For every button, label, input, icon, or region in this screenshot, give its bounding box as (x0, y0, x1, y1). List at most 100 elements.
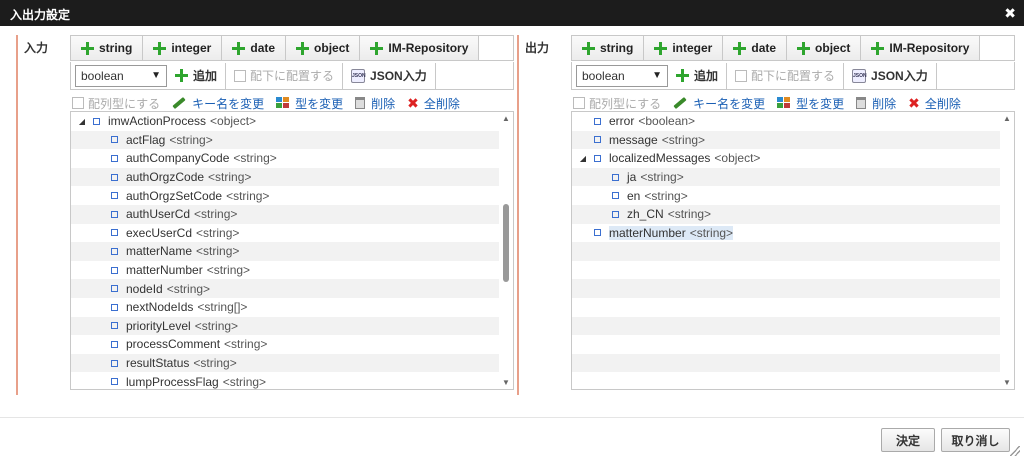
tree-node-label[interactable]: actFlag <string> (126, 133, 213, 147)
collapse-toggle-icon[interactable]: ◢ (578, 154, 588, 163)
output-tree-scrollbar[interactable]: ▲ ▼ (1000, 112, 1014, 389)
tree-row[interactable]: ◢ localizedMessages <object> (572, 149, 1014, 168)
tree-node-label[interactable]: priorityLevel <string> (126, 319, 238, 333)
node-type: <string> (196, 225, 240, 240)
resize-grip-icon[interactable] (1010, 446, 1020, 456)
output-rename-key-button[interactable]: キー名を変更 (673, 95, 765, 112)
tree-row[interactable]: lumpProcessFlag <string> (71, 372, 513, 389)
tree-row[interactable]: priorityLevel <string> (71, 316, 513, 336)
tree-node-label[interactable]: authCompanyCode <string> (126, 151, 277, 165)
input-tree[interactable]: ◢ imwActionProcess <object> actFlag <string>… (70, 111, 514, 390)
plus-icon (370, 41, 384, 55)
tree-node-label[interactable]: lumpProcessFlag <string> (126, 375, 266, 389)
tree-node-label[interactable]: message <string> (609, 133, 705, 147)
add-date-button[interactable]: date (723, 36, 788, 60)
tree-row[interactable]: zh_CN <string> (572, 204, 1014, 224)
tree-node-label[interactable]: resultStatus <string> (126, 356, 237, 370)
add-object-button[interactable]: object (286, 36, 361, 60)
output-make-array-checkbox[interactable]: 配列型にする (573, 95, 661, 112)
input-type-toolbar: string integer date object IM-Repository (70, 35, 514, 61)
node-type: <string> (208, 170, 252, 185)
tree-node-label[interactable]: nextNodeIds <string[]> (126, 300, 247, 314)
tree-row[interactable]: actFlag <string> (71, 130, 513, 150)
tree-row[interactable]: authOrgzCode <string> (71, 167, 513, 187)
input-type-select[interactable]: boolean ▼ (75, 64, 167, 87)
add-im-repository-button[interactable]: IM-Repository (861, 36, 981, 60)
output-place-under-checkbox[interactable]: 配下に配置する (727, 62, 845, 89)
output-tree[interactable]: error <boolean> message <string> ◢ localizedM… (571, 111, 1015, 390)
node-name: imwActionProcess (108, 114, 207, 129)
tree-node-label[interactable]: ja <string> (627, 170, 684, 184)
add-integer-button[interactable]: integer (644, 36, 724, 60)
input-json-button[interactable]: JSON JSON入力 (343, 62, 436, 89)
node-name: resultStatus (126, 356, 190, 371)
tree-row[interactable]: authOrgzSetCode <string> (71, 186, 513, 205)
input-place-under-checkbox[interactable]: 配下に配置する (226, 62, 344, 89)
add-object-button[interactable]: object (787, 36, 862, 60)
input-delete-button[interactable]: 削除 (355, 95, 395, 112)
tree-node-label[interactable]: authUserCd <string> (126, 207, 237, 221)
input-add-button[interactable]: 追加 (167, 62, 227, 89)
tree-node-label[interactable]: processComment <string> (126, 337, 267, 351)
add-date-button[interactable]: date (222, 36, 287, 60)
input-rename-key-button[interactable]: キー名を変更 (172, 95, 264, 112)
add-string-button[interactable]: string (71, 36, 144, 60)
tree-node-label[interactable]: matterName <string> (126, 244, 239, 258)
tree-node-label[interactable]: zh_CN <string> (627, 207, 711, 221)
tree-row[interactable]: matterName <string> (71, 242, 513, 261)
tree-row[interactable]: en <string> (572, 186, 1014, 205)
output-add-button[interactable]: 追加 (668, 62, 728, 89)
tree-row[interactable]: ◢ imwActionProcess <object> (71, 112, 513, 131)
tree-row[interactable]: nodeId <string> (71, 279, 513, 298)
output-delete-button[interactable]: 削除 (856, 95, 896, 112)
tree-node-label[interactable]: error <boolean> (609, 114, 695, 128)
tree-row[interactable]: resultStatus <string> (71, 353, 513, 373)
tree-row[interactable]: matterNumber <string> (572, 224, 1014, 243)
scroll-up-icon[interactable]: ▲ (1003, 114, 1011, 123)
input-change-type-button[interactable]: 型を変更 (276, 95, 343, 112)
add-integer-button[interactable]: integer (143, 36, 223, 60)
output-json-button[interactable]: JSON JSON入力 (844, 62, 937, 89)
pencil-icon (673, 96, 687, 110)
tree-row[interactable]: nextNodeIds <string[]> (71, 298, 513, 317)
add-im-repository-button[interactable]: IM-Repository (360, 36, 480, 60)
tree-row[interactable]: message <string> (572, 130, 1014, 150)
close-icon[interactable]: ✖ (1004, 5, 1016, 22)
input-make-array-checkbox[interactable]: 配列型にする (72, 95, 160, 112)
tree-node-label[interactable]: authOrgzCode <string> (126, 170, 251, 184)
type-change-icon (276, 97, 290, 109)
output-delete-all-button[interactable]: ✖ 全削除 (908, 95, 961, 112)
scroll-up-icon[interactable]: ▲ (502, 114, 510, 123)
tree-node-label[interactable]: matterNumber <string> (126, 263, 250, 277)
node-icon (594, 136, 601, 144)
tree-row[interactable]: execUserCd <string> (71, 224, 513, 243)
input-tree-scrollbar[interactable]: ▲ ▼ (499, 112, 513, 389)
tree-row[interactable]: authCompanyCode <string> (71, 149, 513, 168)
scrollbar-thumb[interactable] (503, 204, 509, 282)
tree-node-label[interactable]: execUserCd <string> (126, 226, 239, 240)
output-type-select[interactable]: boolean ▼ (576, 64, 668, 87)
ok-button[interactable]: 決定 (881, 428, 935, 452)
output-change-type-button[interactable]: 型を変更 (777, 95, 844, 112)
plus-icon (582, 41, 595, 55)
add-string-button[interactable]: string (572, 36, 645, 60)
tree-row[interactable]: matterNumber <string> (71, 261, 513, 280)
tree-row[interactable]: ja <string> (572, 167, 1014, 187)
tree-node-label[interactable]: en <string> (627, 189, 688, 203)
scroll-down-icon[interactable]: ▼ (502, 378, 510, 387)
collapse-toggle-icon[interactable]: ◢ (77, 117, 87, 126)
tree-node-label[interactable]: imwActionProcess <object> (108, 114, 256, 128)
input-delete-all-button[interactable]: ✖ 全削除 (407, 95, 460, 112)
tree-node-label[interactable]: nodeId <string> (126, 282, 210, 296)
output-tree-rows: error <boolean> message <string> ◢ localizedM… (572, 112, 1014, 389)
tree-node-label[interactable]: matterNumber <string> (609, 225, 734, 240)
tree-row[interactable]: processComment <string> (71, 335, 513, 354)
tree-row[interactable]: error <boolean> (572, 112, 1014, 131)
plus-icon (296, 41, 310, 55)
output-type-toolbar: string integer date object IM-Repository (571, 35, 1015, 61)
tree-node-label[interactable]: authOrgzSetCode <string> (126, 189, 269, 203)
tree-node-label[interactable]: localizedMessages <object> (609, 151, 760, 165)
tree-row[interactable]: authUserCd <string> (71, 204, 513, 224)
cancel-button[interactable]: 取り消し (941, 428, 1010, 452)
scroll-down-icon[interactable]: ▼ (1003, 378, 1011, 387)
